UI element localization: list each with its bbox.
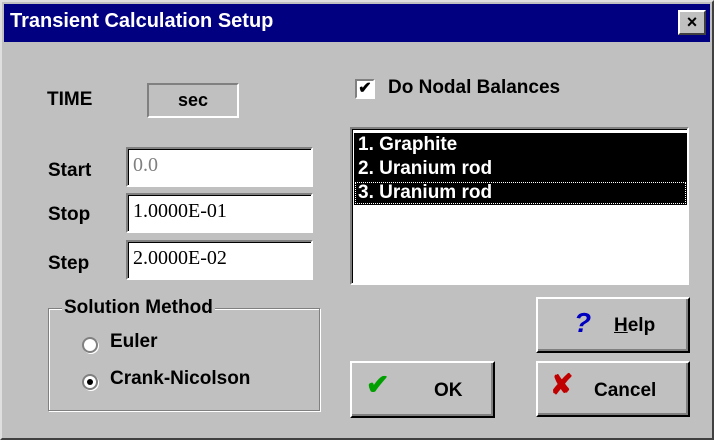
nodal-balances-checkbox[interactable]: ✔ bbox=[355, 79, 375, 99]
start-field[interactable]: 0.0 bbox=[126, 147, 313, 187]
time-label: TIME bbox=[47, 89, 93, 110]
time-unit: sec bbox=[147, 83, 239, 118]
list-item[interactable]: 2. Uranium rod bbox=[354, 157, 687, 181]
crank-nicolson-radio[interactable] bbox=[82, 374, 98, 390]
checkmark-icon: ✔ bbox=[366, 369, 390, 400]
help-button[interactable]: ? Help bbox=[536, 297, 690, 353]
stop-label: Stop bbox=[48, 204, 91, 225]
solution-method-legend: Solution Method bbox=[62, 297, 215, 319]
euler-radio[interactable] bbox=[82, 337, 98, 353]
cancel-button[interactable]: ✘ Cancel bbox=[536, 361, 690, 417]
stop-field[interactable]: 1.0000E-01 bbox=[126, 193, 313, 233]
list-item[interactable]: 3. Uranium rod bbox=[354, 181, 687, 205]
node-listbox[interactable]: 1. Graphite 2. Uranium rod 3. Uranium ro… bbox=[350, 127, 689, 285]
euler-label[interactable]: Euler bbox=[110, 331, 158, 353]
ok-button[interactable]: ✔ OK bbox=[350, 361, 495, 418]
question-icon: ? bbox=[574, 307, 592, 338]
step-field[interactable]: 2.0000E-02 bbox=[126, 240, 313, 280]
help-label: Help bbox=[614, 315, 655, 337]
start-label: Start bbox=[48, 160, 92, 181]
list-item[interactable]: 1. Graphite bbox=[354, 133, 687, 157]
close-button[interactable]: × bbox=[678, 10, 706, 35]
cancel-label: Cancel bbox=[594, 380, 657, 401]
title-bar[interactable]: Transient Calculation Setup × bbox=[4, 4, 710, 42]
radio-selected-dot bbox=[87, 379, 93, 385]
nodal-balances-label[interactable]: Do Nodal Balances bbox=[388, 77, 560, 99]
step-label: Step bbox=[48, 253, 90, 274]
dialog-title: Transient Calculation Setup bbox=[10, 10, 274, 32]
solution-method-group bbox=[48, 308, 320, 411]
ok-label: OK bbox=[434, 380, 463, 401]
x-icon: ✘ bbox=[550, 369, 574, 400]
help-label-rest: elp bbox=[627, 315, 656, 336]
help-mnemonic: H bbox=[614, 315, 628, 336]
crank-nicolson-label[interactable]: Crank-Nicolson bbox=[110, 368, 250, 390]
